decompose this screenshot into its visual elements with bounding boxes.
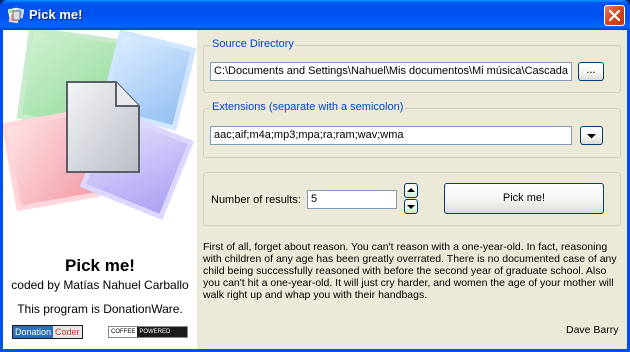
close-button[interactable] bbox=[604, 5, 625, 26]
source-path-field[interactable]: C:\Documents and Settings\Nahuel\Mis doc… bbox=[210, 62, 572, 81]
app-logo bbox=[3, 30, 197, 221]
app-icon bbox=[8, 7, 24, 23]
browse-button[interactable]: ... bbox=[578, 62, 604, 81]
coffee-powered-badge[interactable]: COFFEE POWERED bbox=[108, 326, 188, 338]
close-icon bbox=[609, 10, 620, 21]
app-window: Pick me! Pick me! coded by Matías Nahuel… bbox=[0, 0, 630, 352]
browse-button-label: ... bbox=[586, 64, 596, 76]
extensions-label: Extensions (separate with a semicolon) bbox=[210, 101, 406, 113]
donationcoder-badge[interactable]: Donation Coder bbox=[12, 325, 83, 339]
number-of-results-label: Number of results: bbox=[211, 194, 301, 206]
source-directory-label: Source Directory bbox=[210, 38, 296, 50]
donationcoder-badge-part2: Coder bbox=[53, 326, 82, 338]
pick-me-button[interactable]: Pick me! bbox=[444, 183, 604, 214]
extensions-dropdown-button[interactable] bbox=[580, 126, 603, 145]
chevron-down-icon bbox=[587, 134, 596, 139]
results-increment-button[interactable] bbox=[404, 183, 418, 198]
pick-me-button-label: Pick me! bbox=[502, 192, 546, 204]
quote-author: Dave Barry bbox=[566, 324, 619, 336]
about-panel: Pick me! coded by Matías Nahuel Carballo… bbox=[3, 30, 197, 349]
arrow-down-icon bbox=[407, 205, 415, 209]
coffee-powered-badge-part1: COFFEE bbox=[109, 327, 138, 337]
arrow-up-icon bbox=[407, 188, 415, 192]
extensions-field[interactable]: aac;aif;m4a;mp3;mpa;ra;ram;wav;wma bbox=[210, 126, 572, 145]
number-of-results-field[interactable]: 5 bbox=[307, 190, 397, 209]
title-bar[interactable]: Pick me! bbox=[0, 0, 630, 30]
author-credit: coded by Matías Nahuel Carballo bbox=[11, 278, 189, 292]
window-title: Pick me! bbox=[29, 7, 83, 22]
results-decrement-button[interactable] bbox=[404, 199, 418, 214]
quote-text: First of all, forget about reason. You c… bbox=[203, 241, 617, 301]
donationcoder-badge-part1: Donation bbox=[13, 326, 54, 338]
donationware-note: This program is DonationWare. bbox=[17, 302, 183, 316]
coffee-powered-badge-part2: POWERED bbox=[139, 329, 171, 335]
app-name-heading: Pick me! bbox=[65, 256, 135, 275]
